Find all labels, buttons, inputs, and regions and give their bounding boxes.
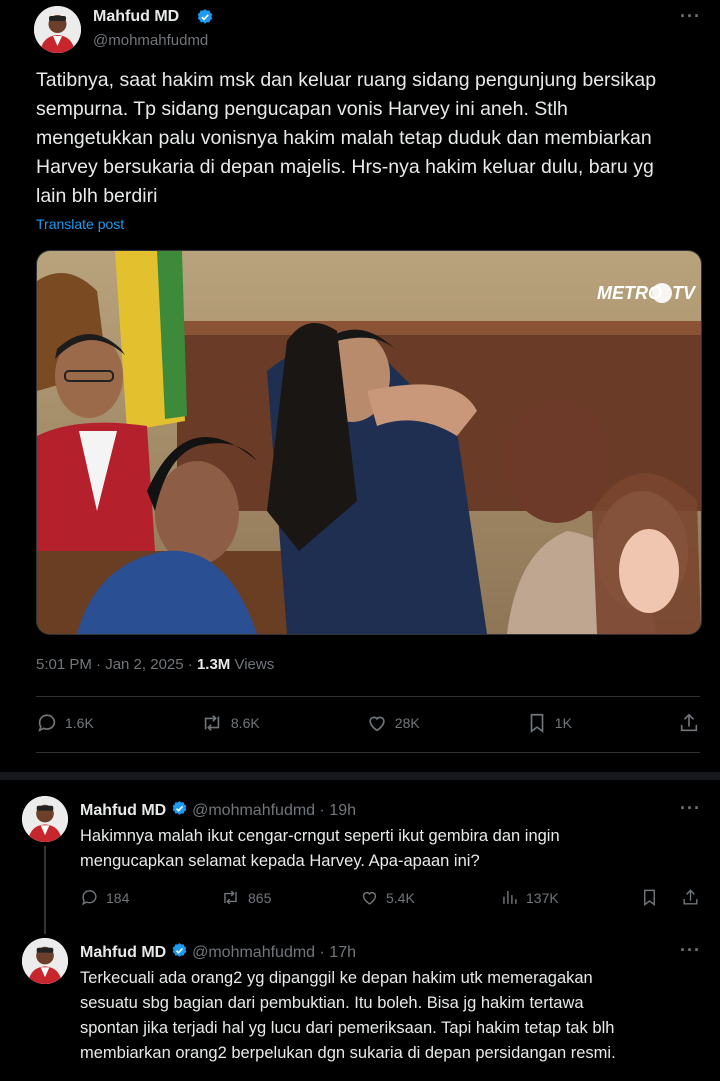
bookmark-icon <box>530 713 544 733</box>
divider <box>36 752 700 753</box>
reply-text-line: mengucapkan selamat kepada Harvey. Apa-a… <box>80 852 480 870</box>
views-label: Views <box>234 656 275 673</box>
reply-count: 184 <box>106 889 130 906</box>
like-icon <box>362 891 377 905</box>
thread-separator <box>0 772 720 780</box>
courtroom-video-still: METRO TV <box>37 251 701 634</box>
bookmark-button[interactable] <box>640 888 659 907</box>
thread-line <box>44 846 46 934</box>
like-button[interactable]: 28K <box>366 712 420 734</box>
post-text-line: lain blh berdiri <box>36 185 158 207</box>
post-text-line: Tatibnya, saat hakim msk dan keluar ruan… <box>36 69 657 91</box>
share-icon <box>680 713 698 732</box>
like-count: 5.4K <box>386 889 415 906</box>
avatar[interactable] <box>22 938 68 984</box>
reply-icon <box>82 890 97 906</box>
author-name[interactable]: Mahfud MD <box>80 802 166 819</box>
post-meta: 5:01 PM · Jan 2, 2025 · 1.3M Views <box>36 656 274 673</box>
author-handle[interactable]: @mohmahfudmd <box>192 802 315 819</box>
reply-time[interactable]: · 19h <box>320 802 356 819</box>
like-count: 28K <box>394 715 420 731</box>
post-text-line: sempurna. Tp sidang pengucapan vonis Har… <box>36 98 568 120</box>
bookmark-count: 1K <box>554 715 572 731</box>
author-name[interactable]: Mahfud MD <box>80 944 166 961</box>
reply-text: Terkecuali ada orang2 yg dipanggil ke de… <box>80 966 710 1066</box>
share-button[interactable] <box>678 712 700 734</box>
views-icon <box>503 891 517 904</box>
author-name[interactable]: Mahfud MD <box>93 8 179 26</box>
reply-action-bar: 184 865 5.4K 137K <box>80 888 700 907</box>
share-button[interactable] <box>681 888 700 907</box>
reply-text-line: Terkecuali ada orang2 yg dipanggil ke de… <box>80 969 593 987</box>
avatar[interactable] <box>22 796 68 842</box>
reply-button[interactable]: 184 <box>80 888 212 907</box>
verified-badge-icon <box>171 800 188 822</box>
more-icon[interactable]: ··· <box>680 6 701 27</box>
reply-icon <box>38 714 56 732</box>
more-icon[interactable]: ··· <box>680 940 701 961</box>
post-timestamp[interactable]: 5:01 PM · Jan 2, 2025 · <box>36 656 193 673</box>
views-count: 137K <box>526 889 559 906</box>
post-media[interactable]: METRO TV <box>36 250 702 635</box>
reply-text: Hakimnya malah ikut cengar-crngut sepert… <box>80 824 700 874</box>
repost-icon <box>204 715 220 731</box>
repost-count: 865 <box>248 889 272 906</box>
bookmark-button[interactable]: 1K <box>526 712 572 734</box>
repost-button[interactable]: 8.6K <box>200 712 260 734</box>
post-text-line: mengetukkan palu vonisnya hakim malah te… <box>36 127 652 149</box>
like-button[interactable]: 5.4K <box>360 888 492 907</box>
post-text: Tatibnya, saat hakim msk dan keluar ruan… <box>36 66 706 211</box>
views-count: 1.3M <box>196 656 231 673</box>
svg-text:TV: TV <box>672 283 697 303</box>
reply-header: Mahfud MD @mohmahfudmd · 17h <box>80 942 356 964</box>
verified-badge-icon <box>196 8 214 31</box>
reply-time[interactable]: · 17h <box>320 944 356 961</box>
reply-text-line: Hakimnya malah ikut cengar-crngut sepert… <box>80 827 560 845</box>
reply-button[interactable]: 1.6K <box>36 712 94 734</box>
reply-header: Mahfud MD @mohmahfudmd · 19h <box>80 800 356 822</box>
reply-text-line: spontan jika terjadi hal yg lucu dari pe… <box>80 1019 615 1037</box>
author-handle[interactable]: @mohmahfudmd <box>93 32 208 49</box>
reply-text-line: sesuatu sbg bagian dari pembuktian. Itu … <box>80 994 584 1012</box>
repost-icon <box>224 890 237 905</box>
post-text-line: Harvey bersukaria di depan majelis. Hrs-… <box>36 156 654 178</box>
views-button[interactable]: 137K <box>500 888 632 907</box>
divider <box>36 696 700 697</box>
author-handle[interactable]: @mohmahfudmd <box>192 944 315 961</box>
action-bar: 1.6K 8.6K 28K 1K <box>36 712 700 734</box>
avatar[interactable] <box>34 6 81 53</box>
share-icon <box>683 889 698 905</box>
more-icon[interactable]: ··· <box>680 798 701 819</box>
reply-count: 1.6K <box>65 715 94 731</box>
reply-text-line: membiarkan orang2 berpelukan dgn sukaria… <box>80 1044 616 1062</box>
repost-count: 8.6K <box>230 715 260 731</box>
translate-post-link[interactable]: Translate post <box>36 216 124 232</box>
verified-badge-icon <box>171 942 188 964</box>
like-icon <box>369 716 385 732</box>
repost-button[interactable]: 865 <box>220 888 352 907</box>
bookmark-icon <box>644 889 655 907</box>
